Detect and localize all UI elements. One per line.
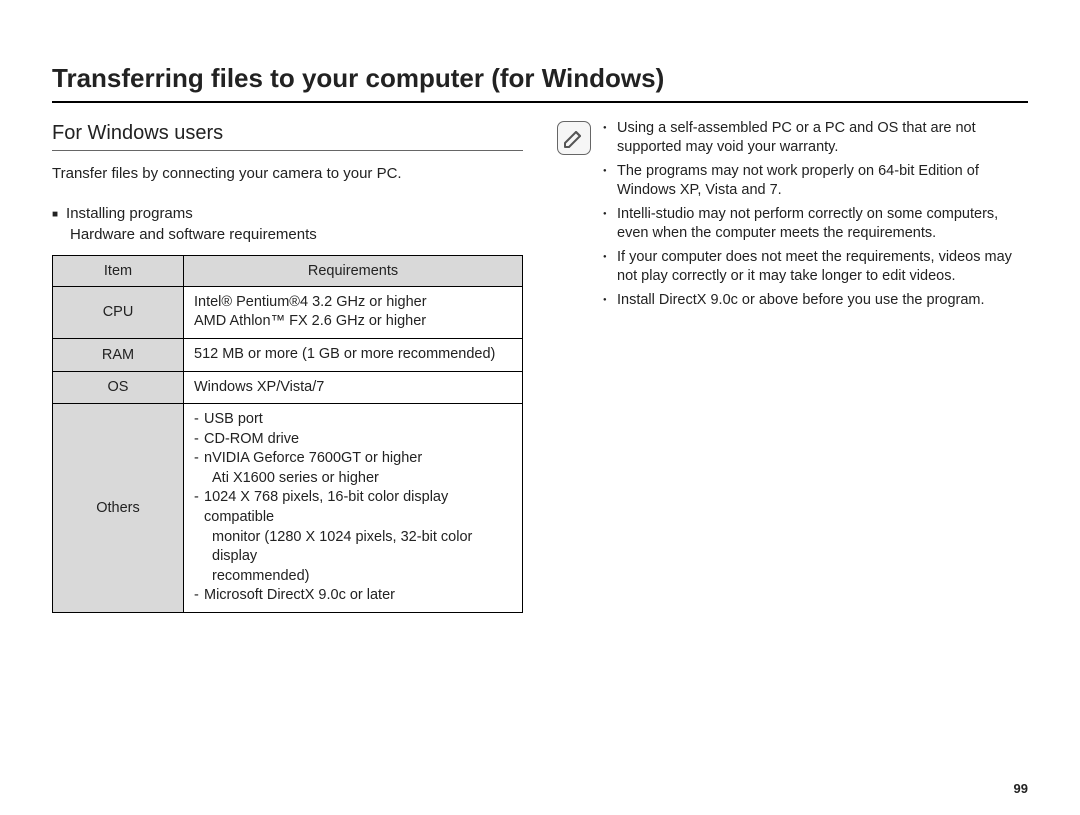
note-item: Using a self-assembled PC or a PC and OS… xyxy=(603,119,1028,158)
table-item-ram: RAM xyxy=(53,339,184,372)
table-item-others: Others xyxy=(53,404,184,613)
hardware-software-req-heading: Hardware and software requirements xyxy=(70,226,523,245)
table-header-item: Item xyxy=(53,255,184,286)
table-item-os: OS xyxy=(53,371,184,404)
table-row: Others USB port CD-ROM drive nVIDIA Gefo… xyxy=(53,404,523,613)
intro-text: Transfer files by connecting your camera… xyxy=(52,165,523,184)
pencil-note-icon xyxy=(557,121,591,155)
table-row: OS Windows XP/Vista/7 xyxy=(53,371,523,404)
table-req-others: USB port CD-ROM drive nVIDIA Geforce 760… xyxy=(184,404,523,613)
table-row: RAM 512 MB or more (1 GB or more recomme… xyxy=(53,339,523,372)
table-req-cpu: Intel® Pentium®4 3.2 GHz or higher AMD A… xyxy=(184,286,523,338)
section-heading-windows: For Windows users xyxy=(52,121,523,151)
note-list: Using a self-assembled PC or a PC and OS… xyxy=(603,119,1028,315)
table-header-requirements: Requirements xyxy=(184,255,523,286)
note-item: Install DirectX 9.0c or above before you… xyxy=(603,291,1028,311)
page-title: Transferring files to your computer (for… xyxy=(52,62,1028,103)
table-item-cpu: CPU xyxy=(53,286,184,338)
table-req-ram: 512 MB or more (1 GB or more recommended… xyxy=(184,339,523,372)
note-box: Using a self-assembled PC or a PC and OS… xyxy=(557,119,1028,315)
table-req-os: Windows XP/Vista/7 xyxy=(184,371,523,404)
page-number: 99 xyxy=(1014,781,1028,797)
note-item: Intelli-studio may not perform correctly… xyxy=(603,205,1028,244)
note-item: If your computer does not meet the requi… xyxy=(603,248,1028,287)
requirements-table: Item Requirements CPU Intel® Pentium®4 3… xyxy=(52,255,523,613)
table-row: CPU Intel® Pentium®4 3.2 GHz or higher A… xyxy=(53,286,523,338)
installing-programs-heading: Installing programs xyxy=(52,205,523,224)
note-item: The programs may not work properly on 64… xyxy=(603,162,1028,201)
